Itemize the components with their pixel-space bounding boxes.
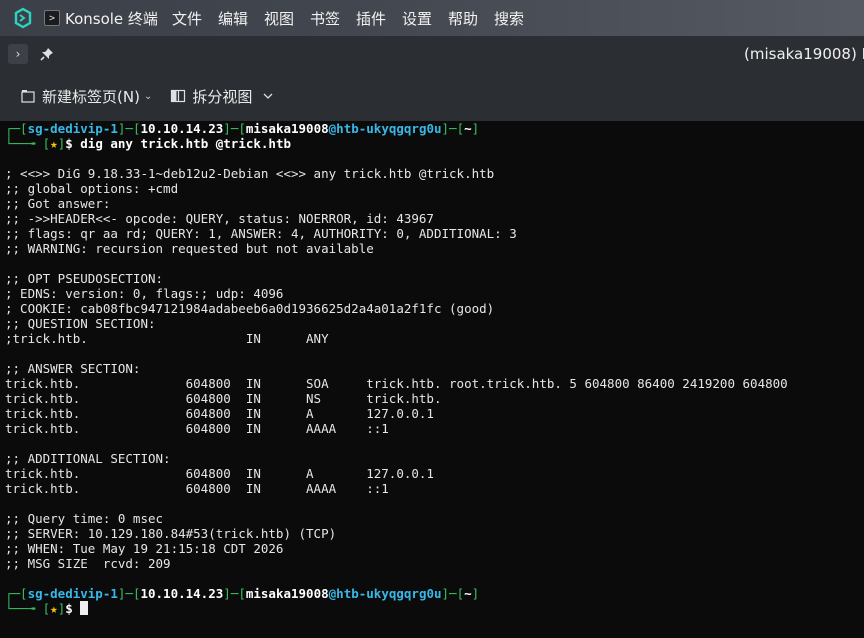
output-line: ;; Got answer: [5, 196, 111, 211]
output-line: ;; QUESTION SECTION: [5, 316, 156, 331]
konsole-logo-icon[interactable] [12, 7, 34, 29]
prompt-line-1: ┌─[sg-dedivip-1]─[10.10.14.23]─[misaka19… [5, 121, 480, 136]
output-line: trick.htb. 604800 IN AAAA ::1 [5, 421, 389, 436]
chevron-right-icon[interactable]: › [8, 43, 28, 64]
output-line: ;; SERVER: 10.129.180.84#53(trick.htb) (… [5, 526, 337, 541]
split-view-button[interactable]: 拆分视图 [170, 86, 274, 107]
title-bar: > Konsole 终端 文件 编辑 视图 书签 插件 设置 帮助 搜索 [0, 0, 864, 36]
output-line: ;trick.htb. IN ANY [5, 331, 329, 346]
menu-help[interactable]: 帮助 [448, 8, 478, 29]
menu-bar: 文件 编辑 视图 书签 插件 设置 帮助 搜索 [172, 8, 540, 29]
app-title: Konsole 终端 [65, 9, 158, 28]
output-line: ;; global options: +cmd [5, 181, 179, 196]
output-line: trick.htb. 604800 IN NS trick.htb. [5, 391, 442, 406]
output-line: ;; ADDITIONAL SECTION: [5, 451, 171, 466]
output-line: ;; MSG SIZE rcvd: 209 [5, 556, 171, 571]
output-line: ; EDNS: version: 0, flags:; udp: 4096 [5, 286, 284, 301]
chevron-down-icon[interactable] [262, 90, 274, 102]
new-tab-button[interactable]: 新建标签页(N) ⌄ [20, 86, 152, 107]
output-line: trick.htb. 604800 IN AAAA ::1 [5, 481, 389, 496]
pin-icon[interactable] [39, 46, 55, 62]
output-line: ;; ->>HEADER<<- opcode: QUERY, status: N… [5, 211, 434, 226]
output-line: ;; WHEN: Tue May 19 21:15:18 CDT 2026 [5, 541, 284, 556]
output-line: ; COOKIE: cab08fbc947121984adabeeb6a0d19… [5, 301, 495, 316]
menu-bookmarks[interactable]: 书签 [310, 8, 340, 29]
terminal-icon: > [44, 10, 60, 26]
output-line: ;; OPT PSEUDOSECTION: [5, 271, 164, 286]
prompt-line-2: ┌─[sg-dedivip-1]─[10.10.14.23]─[misaka19… [5, 586, 480, 601]
output-line: trick.htb. 604800 IN A 127.0.0.1 [5, 406, 434, 421]
menu-view[interactable]: 视图 [264, 8, 294, 29]
split-view-icon [171, 89, 186, 103]
new-tab-label: 新建标签页(N) [42, 87, 140, 106]
text-cursor [80, 601, 89, 615]
output-line: ;; Query time: 0 msec [5, 511, 164, 526]
dropdown-caret-icon: ⌄ [143, 90, 153, 102]
output-line: ;; WARNING: recursion requested but not … [5, 241, 374, 256]
tab-session-title[interactable]: (misaka19008) H [744, 45, 864, 63]
tab-bar: › (misaka19008) H [0, 36, 864, 71]
output-line: ;; flags: qr aa rd; QUERY: 1, ANSWER: 4,… [5, 226, 517, 241]
menu-settings[interactable]: 设置 [402, 8, 432, 29]
menu-plugins[interactable]: 插件 [356, 8, 386, 29]
menu-file[interactable]: 文件 [172, 8, 202, 29]
output-line: ;; ANSWER SECTION: [5, 361, 141, 376]
command-line: └──╼ [★]$ dig any trick.htb @trick.htb [5, 136, 291, 151]
output-line: trick.htb. 604800 IN SOA trick.htb. root… [5, 376, 788, 391]
output-line: ; <<>> DiG 9.18.33-1~deb12u2-Debian <<>>… [5, 166, 495, 181]
menu-search[interactable]: 搜索 [494, 8, 524, 29]
new-tab-icon [21, 90, 35, 103]
menu-edit[interactable]: 编辑 [218, 8, 248, 29]
terminal-view[interactable]: ┌─[sg-dedivip-1]─[10.10.14.23]─[misaka19… [0, 121, 864, 638]
command-text: dig any trick.htb @trick.htb [80, 136, 291, 151]
input-line[interactable]: └──╼ [★]$ [5, 601, 864, 616]
command-output: ; <<>> DiG 9.18.33-1~deb12u2-Debian <<>>… [5, 166, 864, 571]
split-view-label: 拆分视图 [192, 87, 253, 106]
output-line: trick.htb. 604800 IN A 127.0.0.1 [5, 466, 434, 481]
toolbar: 新建标签页(N) ⌄ 拆分视图 [0, 71, 864, 122]
